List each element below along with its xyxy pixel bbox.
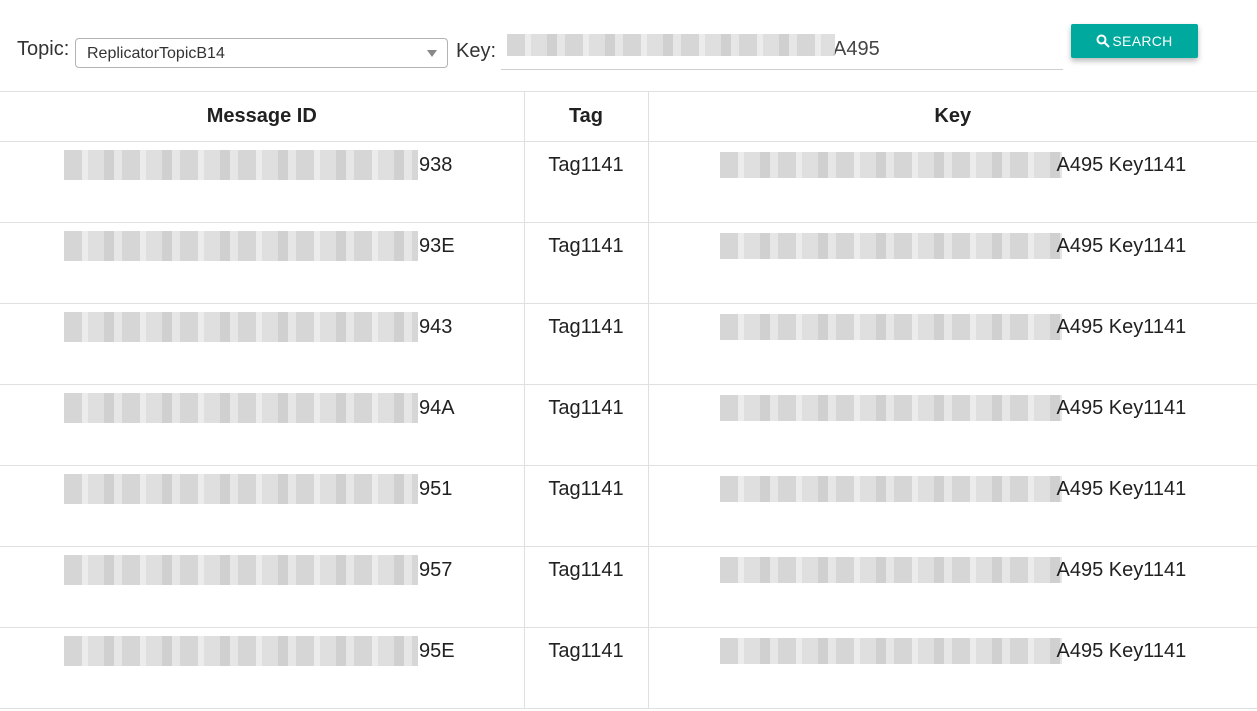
- tag-value: Tag1141: [548, 559, 624, 581]
- table-row[interactable]: 943 Tag1141 A495 Key1141: [0, 303, 1257, 385]
- messages-table: Message ID Tag Key 938 Tag1141 A495 Key1…: [0, 91, 1257, 709]
- tag-value: Tag1141: [548, 235, 624, 257]
- table-row[interactable]: 95E Tag1141 A495 Key1141: [0, 627, 1257, 709]
- key-suffix: A495 Key1141: [1056, 559, 1187, 581]
- tag-value: Tag1141: [548, 478, 624, 500]
- message-id-cell: 938: [0, 141, 524, 223]
- topic-select[interactable]: ReplicatorTopicB14: [75, 38, 448, 68]
- tag-cell: Tag1141: [523, 303, 649, 385]
- table-row[interactable]: 957 Tag1141 A495 Key1141: [0, 546, 1257, 628]
- message-id-suffix: 95E: [419, 640, 455, 662]
- key-suffix: A495 Key1141: [1056, 235, 1187, 257]
- key-redaction: [719, 395, 1062, 421]
- key-input[interactable]: A495: [501, 30, 1063, 70]
- message-id-cell: 957: [0, 546, 524, 628]
- key-suffix: A495 Key1141: [1056, 478, 1187, 500]
- key-suffix: A495 Key1141: [1056, 640, 1187, 662]
- message-id-cell: 94A: [0, 384, 524, 466]
- key-input-visible-suffix: A495: [833, 38, 880, 60]
- key-redaction: [719, 152, 1062, 178]
- tag-cell: Tag1141: [523, 546, 649, 628]
- topic-label: Topic:: [17, 38, 70, 60]
- tag-cell: Tag1141: [523, 222, 649, 304]
- tag-cell: Tag1141: [523, 384, 649, 466]
- tag-value: Tag1141: [548, 316, 624, 338]
- message-id-suffix: 93E: [419, 235, 455, 257]
- table-row[interactable]: 951 Tag1141 A495 Key1141: [0, 465, 1257, 547]
- key-cell: A495 Key1141: [648, 303, 1257, 385]
- message-id-redaction: [64, 474, 418, 504]
- table-row[interactable]: 938 Tag1141 A495 Key1141: [0, 141, 1257, 223]
- tag-value: Tag1141: [548, 154, 624, 176]
- message-id-cell: 95E: [0, 627, 524, 709]
- message-id-cell: 93E: [0, 222, 524, 304]
- key-suffix: A495 Key1141: [1056, 316, 1187, 338]
- key-cell: A495 Key1141: [648, 384, 1257, 466]
- table-row[interactable]: 94A Tag1141 A495 Key1141: [0, 384, 1257, 466]
- chevron-down-icon: [427, 50, 437, 57]
- message-id-redaction: [64, 393, 418, 423]
- key-cell: A495 Key1141: [648, 546, 1257, 628]
- key-cell: A495 Key1141: [648, 627, 1257, 709]
- message-id-suffix: 957: [419, 559, 453, 581]
- message-id-suffix: 94A: [419, 397, 455, 419]
- topic-selected-value: ReplicatorTopicB14: [87, 45, 225, 62]
- key-input-redaction: [507, 34, 835, 56]
- column-header-tag[interactable]: Tag: [523, 91, 649, 142]
- table-header-row: Message ID Tag Key: [0, 91, 1257, 142]
- message-id-suffix: 938: [419, 154, 453, 176]
- key-suffix: A495 Key1141: [1056, 397, 1187, 419]
- message-id-redaction: [64, 150, 418, 180]
- search-button-label: SEARCH: [1112, 33, 1173, 49]
- key-cell: A495 Key1141: [648, 141, 1257, 223]
- message-id-cell: 951: [0, 465, 524, 547]
- message-id-cell: 943: [0, 303, 524, 385]
- key-cell: A495 Key1141: [648, 465, 1257, 547]
- message-id-redaction: [64, 636, 418, 666]
- message-id-redaction: [64, 231, 418, 261]
- message-id-suffix: 951: [419, 478, 453, 500]
- key-redaction: [719, 314, 1062, 340]
- column-header-message-id[interactable]: Message ID: [0, 91, 524, 142]
- tag-cell: Tag1141: [523, 627, 649, 709]
- tag-cell: Tag1141: [523, 465, 649, 547]
- tag-value: Tag1141: [548, 397, 624, 419]
- table-row[interactable]: 93E Tag1141 A495 Key1141: [0, 222, 1257, 304]
- search-icon: [1096, 34, 1111, 48]
- column-header-key[interactable]: Key: [648, 91, 1257, 142]
- key-cell: A495 Key1141: [648, 222, 1257, 304]
- key-redaction: [719, 557, 1062, 583]
- key-label: Key:: [456, 40, 497, 62]
- message-id-redaction: [64, 312, 418, 342]
- key-suffix: A495 Key1141: [1056, 154, 1187, 176]
- message-id-redaction: [64, 555, 418, 585]
- filter-toolbar: Topic: ReplicatorTopicB14 Key: A495 SEAR…: [0, 0, 1257, 91]
- tag-cell: Tag1141: [523, 141, 649, 223]
- message-id-suffix: 943: [419, 316, 453, 338]
- key-redaction: [719, 476, 1062, 502]
- key-redaction: [719, 638, 1062, 664]
- search-button[interactable]: SEARCH: [1071, 24, 1198, 58]
- tag-value: Tag1141: [548, 640, 624, 662]
- key-redaction: [719, 233, 1062, 259]
